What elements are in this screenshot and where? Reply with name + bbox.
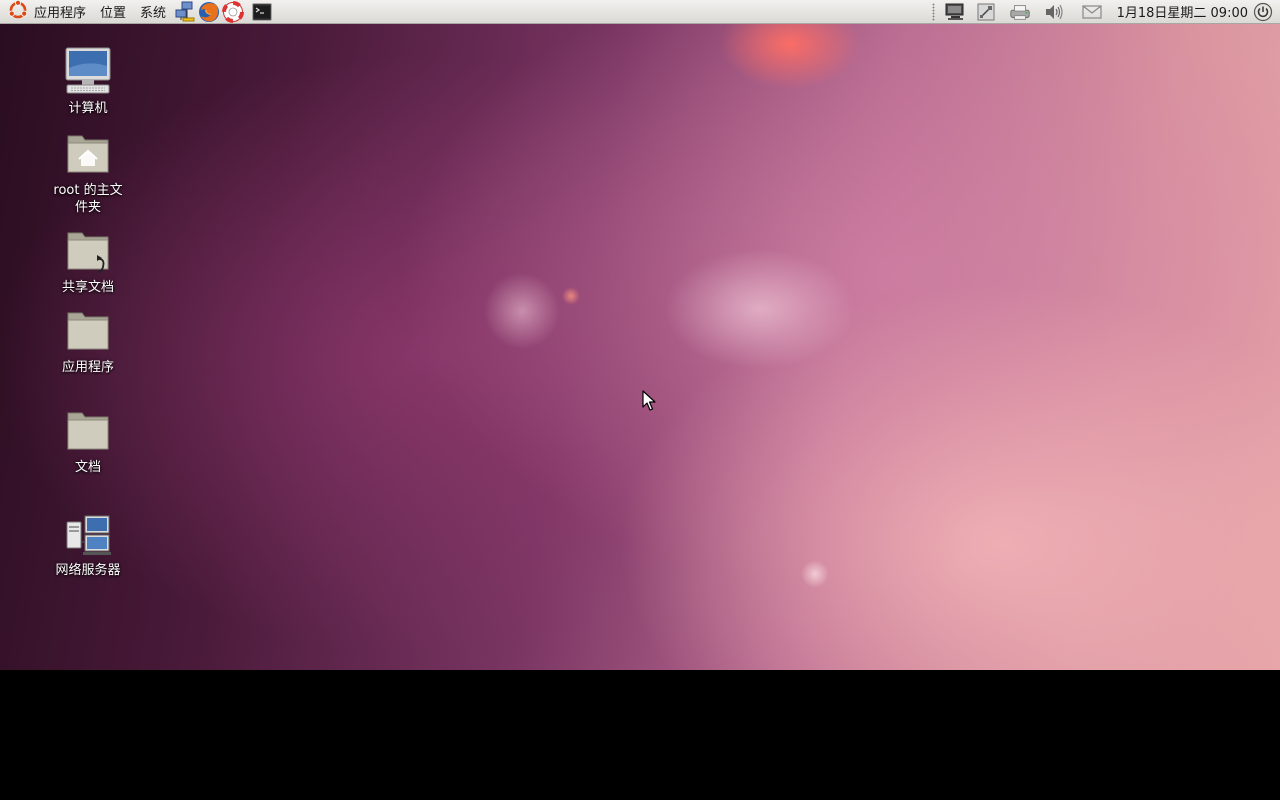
printer-icon [1009, 4, 1030, 20]
screen: 应用程序 位置 系统 1月18日星期二 09:00 计算机 root 的主文件夹… [0, 0, 1280, 800]
folder-icon [67, 412, 109, 450]
tray-volume[interactable] [1043, 1, 1065, 23]
desktop-icon-network-servers[interactable]: 网络服务器 [43, 512, 133, 579]
firefox-launcher[interactable] [198, 1, 220, 23]
terminal-launcher[interactable] [251, 1, 273, 23]
tray-printer[interactable] [1009, 1, 1031, 23]
network-wired-icon [977, 3, 995, 20]
top-panel: 应用程序 位置 系统 1月18日星期二 09:00 [0, 0, 1280, 24]
applications-menu-label: 应用程序 [34, 6, 87, 21]
computer-icon [65, 47, 111, 94]
desktop[interactable]: 计算机 root 的主文件夹 共享文档 应用程序 文档 网络服务器 [0, 24, 1280, 670]
network-servers-icon [66, 515, 111, 555]
desktop-icon-label: root 的主文件夹 [53, 183, 123, 215]
system-menu-label: 系统 [140, 6, 167, 21]
tray-network-wired[interactable] [975, 1, 997, 23]
folder-icon [67, 312, 109, 350]
desktop-icon-label: 应用程序 [61, 360, 114, 375]
clock[interactable]: 1月18日星期二 09:00 [1109, 2, 1252, 21]
panel-left: 应用程序 位置 系统 [4, 0, 274, 23]
volume-icon [1045, 4, 1063, 19]
tray-mail[interactable] [1081, 1, 1103, 23]
desktop-icon-label: 网络服务器 [55, 563, 121, 578]
desktop-icon-applications[interactable]: 应用程序 [43, 309, 133, 376]
panel-right: 1月18日星期二 09:00 [928, 0, 1274, 23]
network-servers-launcher[interactable] [174, 1, 196, 23]
places-menu-label: 位置 [100, 6, 127, 21]
tray-network-display[interactable] [945, 1, 967, 23]
mail-icon [1081, 4, 1102, 19]
home-folder-icon [67, 135, 109, 173]
system-menu[interactable]: 系统 [133, 0, 173, 23]
shared-folder-icon [67, 232, 109, 273]
desktop-icon-label: 计算机 [68, 101, 108, 116]
desktop-icon-documents[interactable]: 文档 [43, 409, 133, 476]
applications-menu[interactable]: 应用程序 [4, 0, 93, 23]
unused-screen-area [0, 670, 1280, 800]
places-menu[interactable]: 位置 [93, 0, 133, 23]
help-launcher[interactable] [222, 0, 245, 23]
network-display-icon [945, 3, 964, 20]
desktop-icon-home[interactable]: root 的主文件夹 [43, 128, 133, 216]
mouse-cursor-icon [642, 390, 656, 416]
ubuntu-logo-icon [7, 0, 29, 25]
desktop-icon-label: 共享文档 [61, 280, 114, 295]
power-icon [1253, 2, 1273, 21]
desktop-icon-shared[interactable]: 共享文档 [43, 229, 133, 296]
terminal-icon [252, 2, 273, 21]
desktop-icon-computer[interactable]: 计算机 [43, 46, 133, 117]
session-menu[interactable] [1252, 1, 1274, 23]
panel-handle [931, 2, 935, 21]
firefox-icon [199, 1, 220, 22]
network-servers-icon [175, 1, 195, 21]
desktop-icon-label: 文档 [74, 460, 101, 475]
help-icon [222, 0, 245, 23]
